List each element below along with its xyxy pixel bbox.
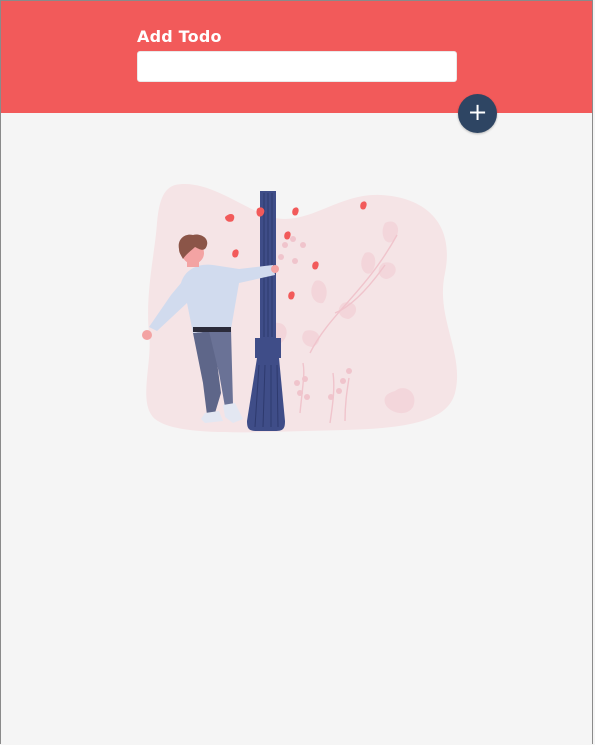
- page-title: Add Todo: [137, 27, 222, 46]
- header: Add Todo: [1, 1, 592, 113]
- add-todo-button[interactable]: +: [458, 94, 497, 133]
- todo-input[interactable]: [137, 51, 457, 82]
- todo-app: Add Todo +: [0, 0, 593, 744]
- plus-icon: +: [467, 98, 488, 126]
- empty-state-illustration: [142, 184, 458, 433]
